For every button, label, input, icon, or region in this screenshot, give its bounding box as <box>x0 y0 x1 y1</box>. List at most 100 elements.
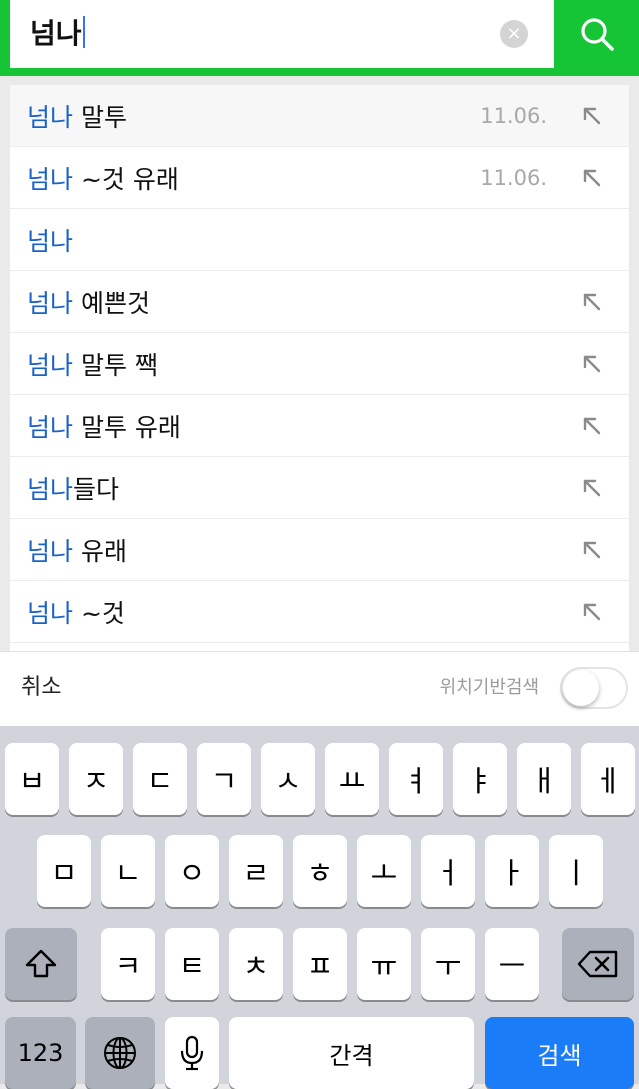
key-row3-3[interactable]: ㅊ <box>229 928 283 1000</box>
key-label: ㅕ <box>402 764 430 798</box>
fill-query-button[interactable] <box>581 539 603 561</box>
key-label: ㅏ <box>498 856 526 890</box>
fill-query-button[interactable] <box>581 477 603 499</box>
key-row3-4[interactable]: ㅍ <box>293 928 347 1000</box>
key-label: ㅠ <box>370 949 398 983</box>
key-label: ㅋ <box>114 949 142 983</box>
key-label: ㅌ <box>178 949 206 983</box>
suggestion-row[interactable]: 넘나 예쁜것 <box>10 271 629 333</box>
key-row3-7[interactable]: ㅡ <box>485 928 539 1000</box>
key-label: ㅎ <box>306 856 334 890</box>
fill-query-button[interactable] <box>581 167 603 189</box>
location-search-toggle[interactable] <box>560 667 628 709</box>
arrow-up-left-icon <box>583 293 601 310</box>
suggestion-row[interactable]: 넘나 말투 유래 <box>10 395 629 457</box>
suggestion-row[interactable]: 넘나 유래 <box>10 519 629 581</box>
text-caret <box>82 16 85 48</box>
fill-query-button[interactable] <box>581 291 603 313</box>
search-field[interactable]: 넘나 × <box>10 0 554 68</box>
key-row1-8[interactable]: ㅑ <box>453 743 507 815</box>
suggestion-row[interactable]: 넘나 말투 짹 <box>10 333 629 395</box>
suggestion-list: 넘나 말투 11.06. 넘나 ~것 유래 11.06. 넘나 넘나 예쁜것 넘나 말투 짹… <box>10 85 629 651</box>
key-row1-10[interactable]: ㅔ <box>581 743 635 815</box>
key-row3-5[interactable]: ㅠ <box>357 928 411 1000</box>
suggestion-date: 11.06. <box>480 165 547 190</box>
search-icon <box>580 18 614 51</box>
key-label: ㄷ <box>146 764 174 798</box>
key-row2-6[interactable]: ㅗ <box>357 835 411 907</box>
arrow-up-left-icon <box>583 107 601 124</box>
suggestion-rest: 들다 <box>73 474 120 504</box>
key-label: ㅍ <box>306 949 334 983</box>
arrow-up-left-icon <box>583 417 601 434</box>
arrow-up-left-icon <box>583 541 601 558</box>
space-key[interactable]: 간격 <box>229 1017 474 1089</box>
key-row1-1[interactable]: ㅂ <box>5 743 59 815</box>
globe-icon <box>104 1037 136 1069</box>
key-row3-1[interactable]: ㅋ <box>101 928 155 1000</box>
arrow-up-left-icon <box>583 355 601 372</box>
suggestion-highlight: 넘나 <box>27 288 74 318</box>
clear-search-button[interactable]: × <box>500 20 528 48</box>
suggestion-text: 넘나 말투 짹 <box>27 346 158 382</box>
suggestion-rest: 말투 유래 <box>73 412 181 442</box>
key-label: ㅂ <box>18 764 46 798</box>
key-row1-3[interactable]: ㄷ <box>133 743 187 815</box>
key-label: ㅛ <box>338 764 366 798</box>
key-row1-4[interactable]: ㄱ <box>197 743 251 815</box>
key-label: ㅣ <box>562 856 590 890</box>
search-key[interactable]: 검색 <box>485 1017 634 1089</box>
fill-query-button[interactable] <box>581 601 603 623</box>
key-row2-9[interactable]: ㅣ <box>549 835 603 907</box>
suggestion-text: 넘나 예쁜것 <box>27 284 150 320</box>
key-row2-1[interactable]: ㅁ <box>37 835 91 907</box>
suggestion-date: 11.06. <box>480 103 547 128</box>
key-row1-2[interactable]: ㅈ <box>69 743 123 815</box>
key-row2-8[interactable]: ㅏ <box>485 835 539 907</box>
search-button[interactable] <box>554 0 639 68</box>
delete-icon <box>577 950 618 978</box>
key-row1-9[interactable]: ㅐ <box>517 743 571 815</box>
suggestion-row[interactable]: 넘나 <box>10 209 629 271</box>
suggestion-row[interactable]: 넘나들다 <box>10 457 629 519</box>
key-row2-4[interactable]: ㄹ <box>229 835 283 907</box>
suggestion-highlight: 넘나 <box>27 226 74 256</box>
search-input[interactable]: 넘나 <box>30 0 82 68</box>
suggestion-row[interactable]: 넘나 ~것 <box>10 581 629 643</box>
key-row2-3[interactable]: ㅇ <box>165 835 219 907</box>
fill-query-button[interactable] <box>581 105 603 127</box>
key-label: ㅗ <box>370 856 398 890</box>
cancel-button[interactable]: 취소 <box>21 652 61 724</box>
key-label: ㅓ <box>434 856 462 890</box>
fill-query-button[interactable] <box>581 415 603 437</box>
key-label: ㅊ <box>242 949 270 983</box>
fill-query-button[interactable] <box>581 353 603 375</box>
suggestion-row[interactable]: 넘나 말투 11.06. <box>10 85 629 147</box>
microphone-key[interactable] <box>165 1017 219 1089</box>
key-row1-7[interactable]: ㅕ <box>389 743 443 815</box>
key-row1-6[interactable]: ㅛ <box>325 743 379 815</box>
suggestion-rest: 말투 <box>73 102 127 132</box>
numbers-key[interactable]: 123 <box>5 1017 76 1089</box>
suggestion-row[interactable]: 넘나 ~것 유래 11.06. <box>10 147 629 209</box>
key-row2-7[interactable]: ㅓ <box>421 835 475 907</box>
delete-key[interactable] <box>562 928 634 1000</box>
key-row3-2[interactable]: ㅌ <box>165 928 219 1000</box>
globe-key[interactable] <box>85 1017 155 1089</box>
toggle-knob <box>563 670 599 706</box>
suggestion-rest: ~것 <box>73 598 125 628</box>
key-row3-6[interactable]: ㅜ <box>421 928 475 1000</box>
numbers-key-label: 123 <box>17 1039 64 1067</box>
location-search-label: 위치기반검색 <box>439 677 539 698</box>
suggestion-text: 넘나 유래 <box>27 532 127 568</box>
key-row2-2[interactable]: ㄴ <box>101 835 155 907</box>
key-row1-5[interactable]: ㅅ <box>261 743 315 815</box>
suggestion-text: 넘나들다 <box>27 470 119 506</box>
search-key-label: 검색 <box>537 1041 582 1070</box>
key-row2-5[interactable]: ㅎ <box>293 835 347 907</box>
suggestion-highlight: 넘나 <box>27 102 74 132</box>
shift-key[interactable] <box>5 928 77 1000</box>
arrow-up-left-icon <box>583 169 601 186</box>
key-label: ㄱ <box>210 764 238 798</box>
key-label: ㅜ <box>434 949 462 983</box>
